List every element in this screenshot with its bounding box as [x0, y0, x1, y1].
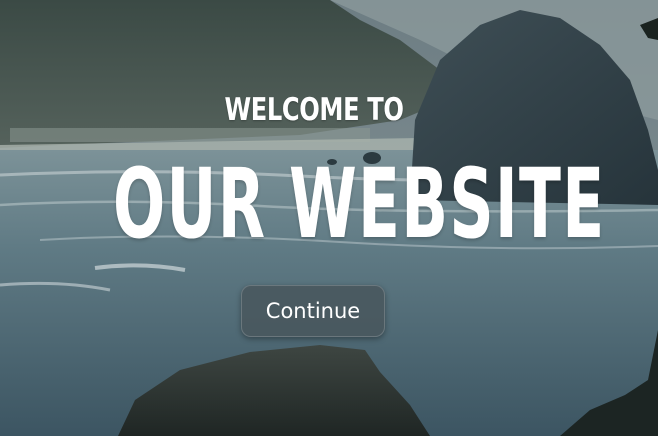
- continue-button[interactable]: Continue: [241, 285, 385, 337]
- welcome-heading: WELCOME TO: [224, 92, 404, 128]
- content-overlay: WELCOME TO OUR WEBSITE Continue: [0, 0, 658, 436]
- hero-section: WELCOME TO OUR WEBSITE Continue: [0, 0, 658, 436]
- page-title: OUR WEBSITE: [113, 148, 606, 260]
